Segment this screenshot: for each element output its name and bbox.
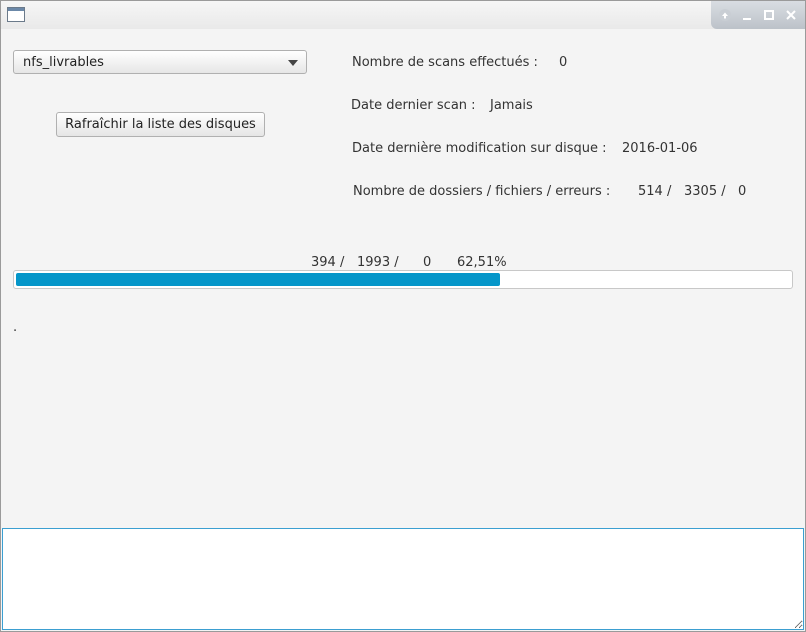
- progress-bar: [13, 270, 793, 289]
- title-bar[interactable]: [1, 1, 805, 29]
- last-scan-value: Jamais: [490, 98, 533, 113]
- scans-count-label: Nombre de scans effectués :: [352, 55, 538, 70]
- progress-done: 394 /: [311, 255, 345, 270]
- folders-count: 514 /: [638, 184, 672, 199]
- maximize-icon[interactable]: [761, 7, 777, 23]
- progress-total: 1993 /: [357, 255, 399, 270]
- window-controls: [711, 1, 805, 29]
- progress-bar-fill: [16, 273, 500, 286]
- refresh-disks-button[interactable]: Rafraîchir la liste des disques: [56, 112, 265, 137]
- disk-select-value: nfs_livrables: [23, 55, 104, 70]
- chevron-down-icon: [288, 60, 298, 66]
- progress-errors: 0: [423, 255, 432, 270]
- minimize-icon[interactable]: [739, 7, 755, 23]
- status-text: .: [13, 320, 18, 335]
- restore-icon[interactable]: [717, 7, 733, 23]
- window-icon: [7, 7, 25, 22]
- log-textarea[interactable]: [2, 528, 804, 630]
- progress-percent: 62,51%: [457, 255, 507, 270]
- last-scan-label: Date dernier scan :: [351, 98, 476, 113]
- last-modification-value: 2016-01-06: [622, 141, 698, 156]
- close-icon[interactable]: [783, 7, 799, 23]
- disk-select[interactable]: nfs_livrables: [13, 50, 307, 74]
- errors-count: 0: [738, 184, 747, 199]
- scans-count-value: 0: [559, 55, 568, 70]
- counts-label: Nombre de dossiers / fichiers / erreurs …: [353, 184, 611, 199]
- last-modification-label: Date dernière modification sur disque :: [352, 141, 607, 156]
- files-count: 3305 /: [684, 184, 726, 199]
